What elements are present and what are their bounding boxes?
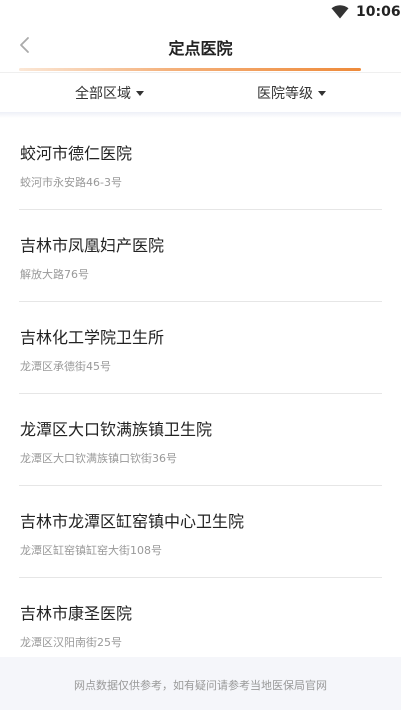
hospital-address: 蛟河市永安路46-3号 [20,176,122,189]
hospital-name: 蛟河市德仁医院 [20,144,133,163]
hospital-address: 解放大路76号 [20,268,89,281]
list-item[interactable]: 龙潭区大口钦满族镇卫生院 龙潭区大口钦满族镇口钦街36号 [19,394,382,486]
hospital-address: 龙潭区汉阳南街25号 [20,636,122,649]
status-time: 10:06 [356,4,401,20]
footer-note-bar: 网点数据仅供参考，如有疑问请参考当地医保局官网 [0,657,401,710]
level-filter-label: 医院等级 [257,86,313,102]
area-filter-dropdown[interactable]: 全部区域 [75,83,144,103]
hospital-name: 吉林化工学院卫生所 [20,328,165,347]
hospital-name: 吉林市康圣医院 [20,604,133,623]
caret-down-icon [136,90,144,96]
hospital-address: 龙潭区缸窑镇缸窑大街108号 [20,544,162,557]
title-accent-line [19,68,361,71]
hospital-name: 吉林市凤凰妇产医院 [20,236,165,255]
hospital-address: 龙潭区大口钦满族镇口钦街36号 [20,452,177,465]
list-item[interactable]: 蛟河市德仁医院 蛟河市永安路46-3号 [19,118,382,210]
list-item[interactable]: 吉林市龙潭区缸窑镇中心卫生院 龙潭区缸窑镇缸窑大街108号 [19,486,382,578]
area-filter-label: 全部区域 [75,86,131,102]
caret-down-icon [318,90,326,96]
page-title: 定点医院 [168,39,233,58]
filter-bar: 全部区域 医院等级 [0,72,401,112]
wifi-icon [331,5,349,19]
hospital-name: 龙潭区大口钦满族镇卫生院 [20,420,213,439]
level-filter-dropdown[interactable]: 医院等级 [257,83,326,103]
status-bar: 10:06 [0,0,401,26]
nav-bar: 定点医院 [0,26,401,66]
footer-note: 网点数据仅供参考，如有疑问请参考当地医保局官网 [74,679,327,692]
hospital-address: 龙潭区承德街45号 [20,360,111,373]
list-item[interactable]: 吉林市凤凰妇产医院 解放大路76号 [19,210,382,302]
hospital-name: 吉林市龙潭区缸窑镇中心卫生院 [20,512,245,531]
list-item[interactable]: 吉林化工学院卫生所 龙潭区承德街45号 [19,302,382,394]
